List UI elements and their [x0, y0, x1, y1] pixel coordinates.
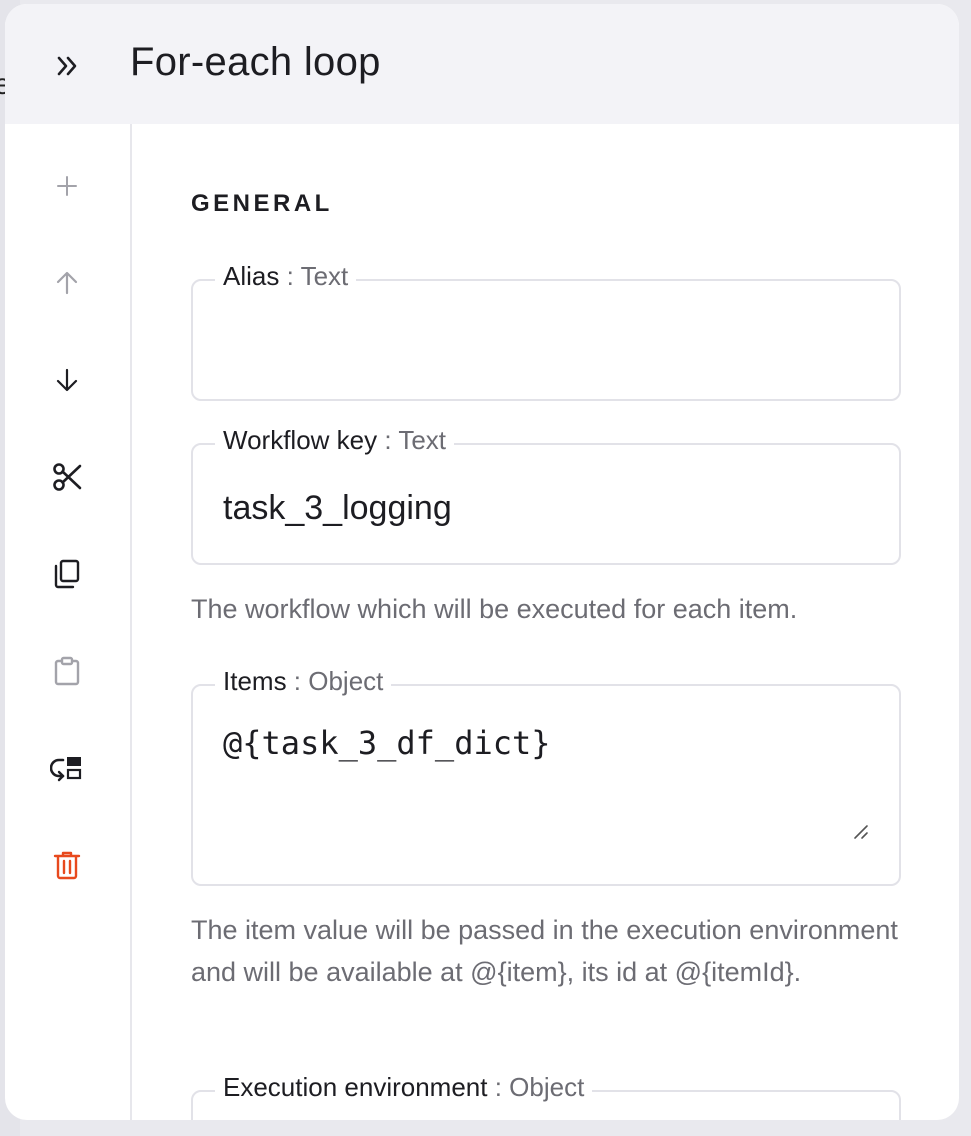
execution-environment-field-label: Execution environment : Object: [215, 1072, 593, 1103]
trash-icon: [53, 851, 81, 880]
arrow-up-icon: [56, 271, 78, 295]
arrow-down-icon: [56, 368, 78, 392]
collapse-panel-button[interactable]: [45, 44, 89, 88]
execution-environment-field[interactable]: Execution environment : Object: [191, 1072, 901, 1120]
clipboard-icon: [54, 656, 80, 686]
action-toolbar: [5, 124, 132, 1120]
scissors-icon: [53, 463, 82, 491]
double-chevron-right-icon: [57, 56, 77, 76]
form-content: GENERAL Alias : Text Workflow key : Text…: [132, 124, 959, 1120]
alias-field-label: Alias : Text: [215, 261, 357, 292]
workflow-key-field-label: Workflow key : Text: [215, 425, 454, 456]
copy-icon: [54, 559, 80, 589]
cut-button[interactable]: [47, 457, 87, 497]
panel-header: For-each loop: [5, 4, 959, 124]
add-button[interactable]: [47, 166, 87, 206]
items-field-label: Items : Object: [215, 666, 392, 697]
properties-panel: For-each loop GENERAL Alias: Text Workf…: [5, 4, 959, 1120]
paste-button[interactable]: [47, 651, 87, 691]
workflow-key-field[interactable]: Workflow key : Text task_3_logging: [191, 425, 901, 565]
replace-icon: [50, 757, 82, 782]
copy-button[interactable]: [47, 554, 87, 594]
section-heading-general: GENERAL: [191, 190, 333, 217]
items-field[interactable]: Items : Object @{task_3_df_dict}: [191, 666, 901, 886]
items-help-text: The item value will be passed in the exe…: [191, 915, 898, 987]
plus-icon: [57, 176, 77, 196]
items-textarea[interactable]: @{task_3_df_dict}: [223, 724, 551, 762]
delete-button[interactable]: [47, 845, 87, 885]
move-up-button[interactable]: [47, 263, 87, 303]
replace-button[interactable]: [47, 748, 87, 788]
move-down-button[interactable]: [47, 360, 87, 400]
panel-title: For-each loop: [130, 40, 381, 84]
workflow-key-help-text: The workflow which will be executed for …: [191, 594, 798, 624]
resize-handle-icon[interactable]: [851, 822, 869, 840]
alias-field[interactable]: Alias : Text: [191, 261, 901, 401]
workflow-key-input[interactable]: task_3_logging: [223, 489, 452, 528]
